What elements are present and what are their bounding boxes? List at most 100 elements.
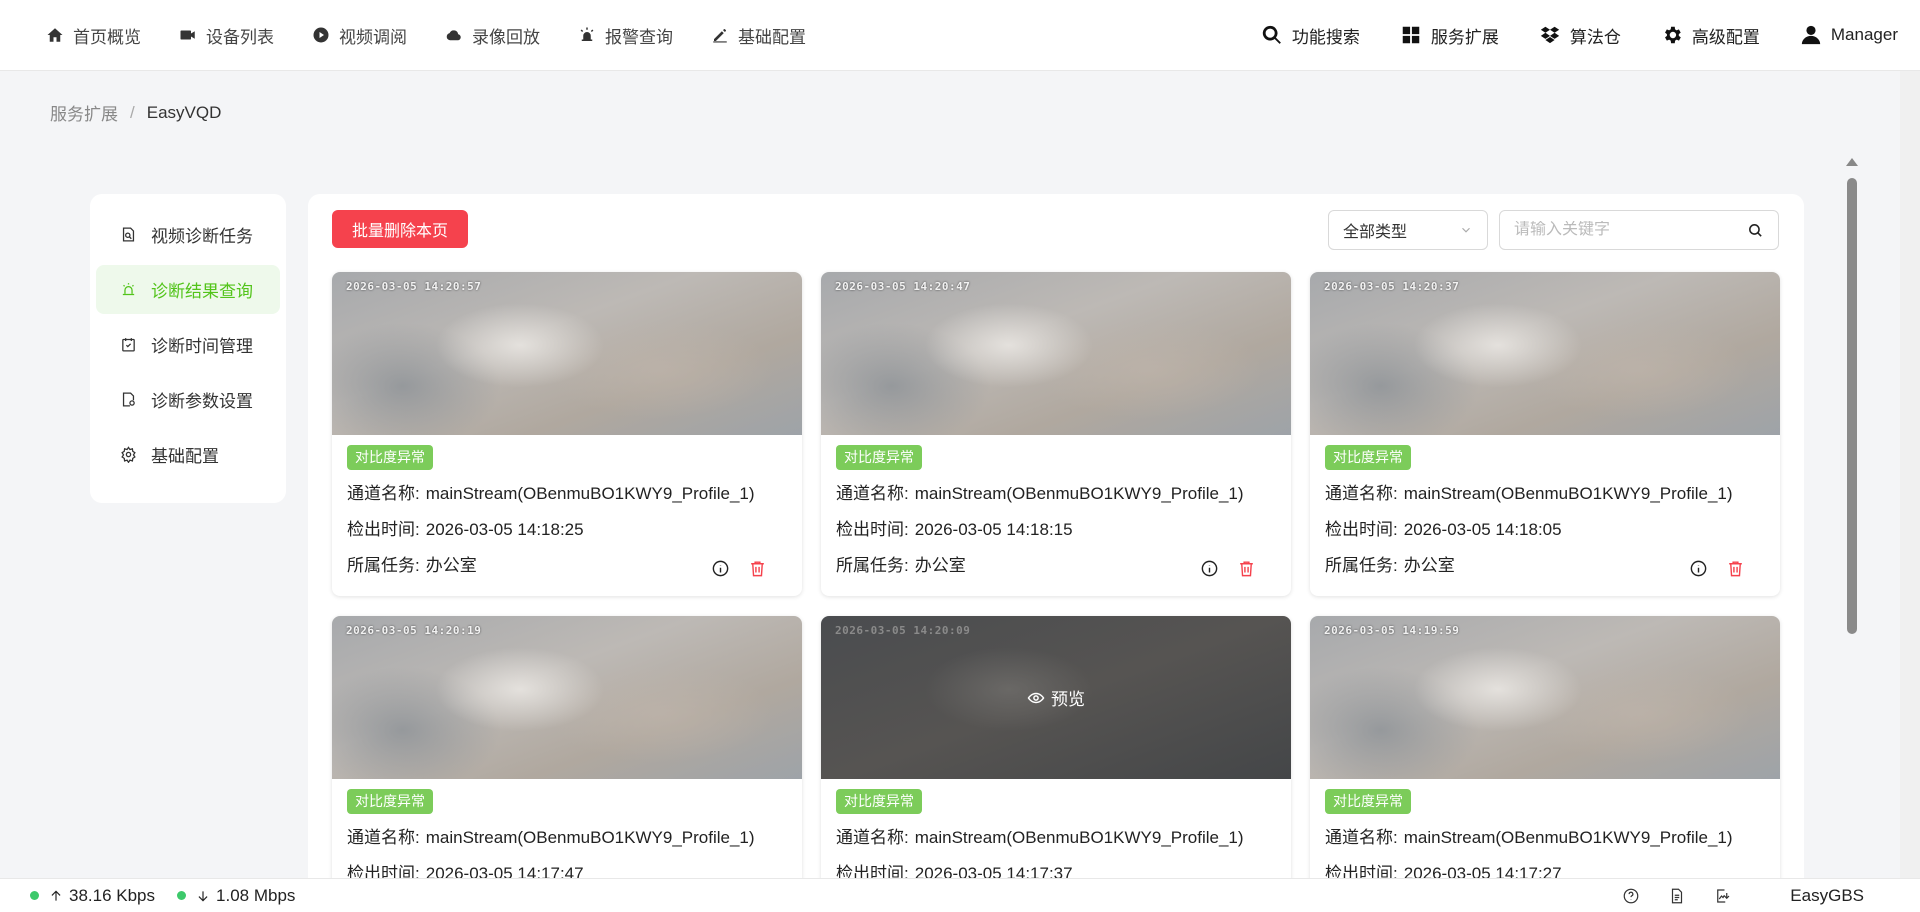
time-label: 检出时间:: [836, 520, 909, 539]
type-select[interactable]: 全部类型: [1328, 210, 1488, 250]
delete-icon[interactable]: [1726, 559, 1745, 578]
nav-item-service-ext[interactable]: 服务扩展: [1400, 23, 1499, 48]
gear-icon: [1664, 26, 1681, 44]
result-card[interactable]: 2026-03-05 14:20:37 对比度异常 通道名称: mainStrea…: [1310, 272, 1780, 596]
preview-label: 预览: [1051, 690, 1085, 709]
nav-item-label: 功能搜索: [1291, 27, 1360, 47]
nav-item-devices[interactable]: 设备列表: [179, 23, 274, 48]
nav-item-advanced[interactable]: 高级配置: [1661, 23, 1760, 48]
snapshot-thumbnail[interactable]: 2026-03-05 14:20:09 预览: [821, 616, 1291, 779]
nav-item-home[interactable]: 首页概览: [46, 23, 141, 48]
sidebar-item-diagnosis-time[interactable]: 诊断时间管理: [96, 320, 280, 369]
anomaly-tag: 对比度异常: [1325, 445, 1411, 470]
result-card[interactable]: 2026-03-05 14:20:19 对比度异常 通道名称: mainStrea…: [332, 616, 802, 912]
snapshot-timestamp: 2026-03-05 14:20:57: [346, 280, 482, 293]
snapshot-thumbnail[interactable]: 2026-03-05 14:20:57: [332, 272, 802, 435]
channel-value: mainStream(OBenmuBO1KWY9_Profile_1): [1403, 484, 1733, 503]
channel-label: 通道名称:: [836, 484, 909, 503]
nav-left: 首页概览 设备列表 视频调阅 录像回放 报警查询 基础配置: [0, 23, 844, 48]
result-card[interactable]: 2026-03-05 14:19:59 对比度异常 通道名称: mainStrea…: [1310, 616, 1780, 912]
search-icon: [1262, 25, 1281, 44]
status-bar-right: EasyGBS: [1622, 886, 1890, 906]
sidebar-item-diagnosis-params[interactable]: 诊断参数设置: [96, 375, 280, 424]
nav-item-label: 算法仓: [1569, 27, 1621, 47]
alarm-light-icon: [122, 283, 135, 296]
nav-item-function-search[interactable]: 功能搜索: [1261, 23, 1360, 48]
document-icon[interactable]: [1668, 887, 1686, 905]
top-nav: 首页概览 设备列表 视频调阅 录像回放 报警查询 基础配置 功能搜索 服务扩展 …: [0, 0, 1920, 71]
snapshot-thumbnail[interactable]: 2026-03-05 14:20:19: [332, 616, 802, 779]
sidebar-item-label: 基础配置: [151, 447, 219, 466]
result-card[interactable]: 2026-03-05 14:20:57 对比度异常 通道名称: mainStrea…: [332, 272, 802, 596]
sidebar-item-diagnosis-result[interactable]: 诊断结果查询: [96, 265, 280, 314]
download-rate-value: 1.08 Mbps: [216, 885, 296, 905]
gear-icon: [121, 446, 136, 463]
delete-icon[interactable]: [1237, 559, 1256, 578]
snapshot-thumbnail[interactable]: 2026-03-05 14:20:47: [821, 272, 1291, 435]
info-icon[interactable]: [1200, 559, 1219, 578]
channel-row: 通道名称: mainStream(OBenmuBO1KWY9_Profile_1): [836, 482, 1276, 506]
camera-icon: [180, 30, 195, 40]
sidebar-item-basic-config[interactable]: 基础配置: [96, 430, 280, 479]
brand-name: EasyGBS: [1790, 885, 1864, 905]
cloud-icon: [446, 30, 461, 41]
info-icon[interactable]: [711, 559, 730, 578]
channel-row: 通道名称: mainStream(OBenmuBO1KWY9_Profile_1): [1325, 482, 1765, 506]
task-row: 所属任务: 办公室: [1325, 554, 1765, 578]
nav-item-video[interactable]: 视频调阅: [312, 23, 407, 48]
arrow-up-icon: [51, 890, 61, 901]
nav-item-alarm[interactable]: 报警查询: [578, 23, 673, 48]
time-row: 检出时间: 2026-03-05 14:18:15: [836, 518, 1276, 542]
batch-delete-button[interactable]: 批量删除本页: [332, 210, 469, 248]
result-card[interactable]: 2026-03-05 14:20:09 预览 对比度异常 通道名称: mainSt…: [821, 616, 1291, 912]
nav-item-playback[interactable]: 录像回放: [445, 23, 540, 48]
nav-item-algorithm[interactable]: 算法仓: [1539, 23, 1621, 48]
delete-icon[interactable]: [748, 559, 767, 578]
channel-value: mainStream(OBenmuBO1KWY9_Profile_1): [425, 484, 755, 503]
channel-label: 通道名称:: [347, 828, 420, 847]
channel-label: 通道名称:: [836, 828, 909, 847]
search-icon[interactable]: [1747, 222, 1764, 239]
card-actions: [1689, 559, 1745, 578]
channel-value: mainStream(OBenmuBO1KWY9_Profile_1): [1403, 828, 1733, 847]
help-icon[interactable]: [1622, 887, 1640, 905]
snapshot-timestamp: 2026-03-05 14:19:59: [1324, 624, 1460, 637]
card-body: 对比度异常 通道名称: mainStream(OBenmuBO1KWY9_Prof…: [1310, 435, 1780, 578]
sidebar-item-diagnosis-task[interactable]: 视频诊断任务: [96, 210, 280, 259]
info-icon[interactable]: [1689, 559, 1708, 578]
snapshot-thumbnail[interactable]: 2026-03-05 14:20:37: [1310, 272, 1780, 435]
preview-overlay[interactable]: 预览: [821, 616, 1291, 779]
chevron-down-icon: [1462, 227, 1470, 233]
sidebar-item-label: 诊断时间管理: [151, 337, 253, 356]
scrollbar-thumb[interactable]: [1847, 178, 1857, 634]
scrollbar[interactable]: [1846, 156, 1858, 876]
snapshot-timestamp: 2026-03-05 14:20:37: [1324, 280, 1460, 293]
task-doc-icon: [122, 227, 135, 242]
scroll-up-arrow[interactable]: [1846, 158, 1858, 166]
nav-item-label: 报警查询: [605, 27, 673, 47]
download-rate: 1.08 Mbps: [177, 886, 295, 906]
time-value: 2026-03-05 14:18:25: [425, 520, 584, 539]
task-label: 所属任务:: [1325, 556, 1398, 575]
channel-label: 通道名称:: [1325, 828, 1398, 847]
doc-settings-icon: [122, 392, 135, 407]
anomaly-tag: 对比度异常: [347, 445, 433, 470]
nav-item-config[interactable]: 基础配置: [711, 23, 806, 48]
channel-value: mainStream(OBenmuBO1KWY9_Profile_1): [914, 828, 1244, 847]
channel-row: 通道名称: mainStream(OBenmuBO1KWY9_Profile_1): [1325, 826, 1765, 850]
nav-item-user[interactable]: Manager: [1800, 24, 1898, 46]
breadcrumb-separator: /: [130, 102, 135, 122]
task-label: 所属任务:: [836, 556, 909, 575]
status-dot: [177, 891, 187, 900]
snapshot-thumbnail[interactable]: 2026-03-05 14:19:59: [1310, 616, 1780, 779]
search-input[interactable]: [1514, 221, 1747, 239]
alarm-icon: [580, 27, 594, 41]
home-icon: [47, 28, 63, 42]
result-card[interactable]: 2026-03-05 14:20:47 对比度异常 通道名称: mainStrea…: [821, 272, 1291, 596]
upload-rate-value: 38.16 Kbps: [69, 885, 156, 905]
status-bar-left: 38.16 Kbps 1.08 Mbps: [30, 886, 295, 906]
breadcrumb-parent[interactable]: 服务扩展: [50, 100, 118, 125]
image-export-icon[interactable]: [1714, 887, 1732, 905]
card-body: 对比度异常 通道名称: mainStream(OBenmuBO1KWY9_Prof…: [332, 435, 802, 578]
dropbox-icon: [1540, 26, 1560, 44]
